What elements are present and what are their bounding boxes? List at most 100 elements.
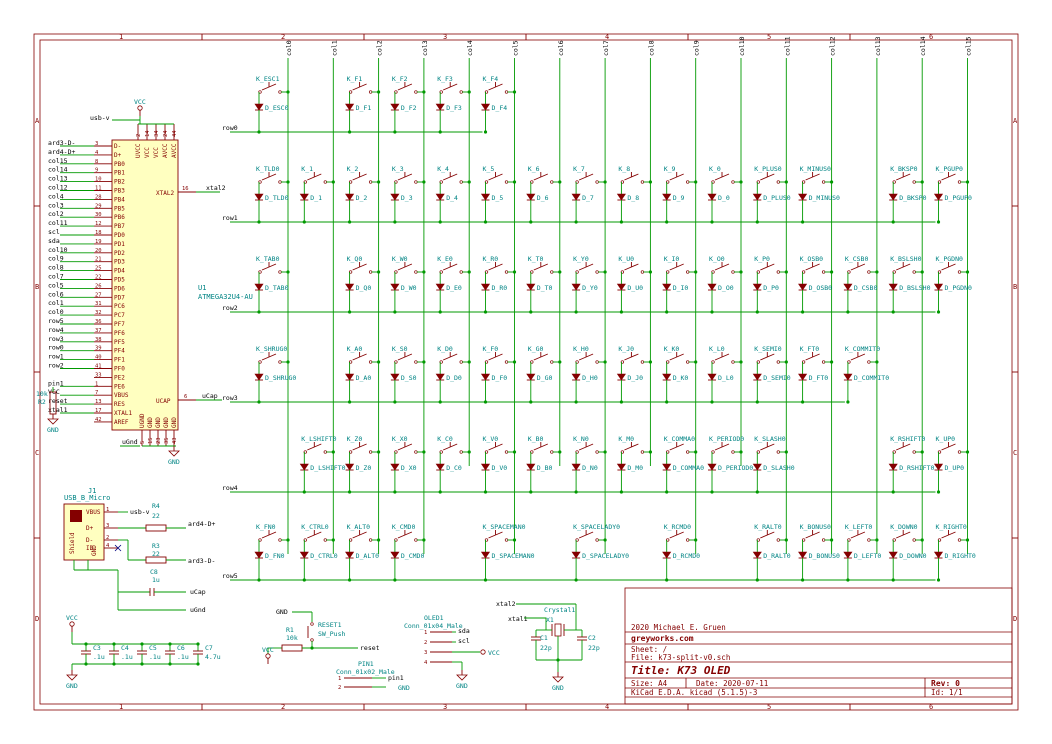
- switch-contact: [867, 270, 871, 274]
- mcu-pin-number: 36: [95, 319, 102, 325]
- switch-contact: [686, 538, 690, 542]
- key-switch-label: K_OSB0: [800, 255, 824, 263]
- switch-contact: [640, 270, 645, 274]
- switch-contact: [550, 360, 554, 364]
- gnd-label: GND: [456, 682, 468, 690]
- switch-contact: [459, 90, 463, 94]
- switch-contact: [731, 450, 735, 454]
- junction-dot: [830, 360, 834, 364]
- switch-contact: [550, 180, 554, 184]
- mcu-pin-name: PC7: [114, 312, 125, 319]
- key-switch-group: K_W0 D_W0: [390, 255, 426, 314]
- mcu-net-label: col5: [48, 281, 64, 289]
- mcu-net-label: ard4-D+: [48, 148, 75, 156]
- junction-dot: [438, 310, 442, 314]
- key-switch-group: K_RCMD0 D_RCMD0: [662, 523, 700, 582]
- junction-dot: [467, 90, 471, 94]
- junction-dot: [257, 220, 261, 224]
- junction-dot: [648, 270, 653, 274]
- junction-dot: [140, 662, 144, 666]
- junction-dot: [603, 450, 607, 454]
- diode-label: D_DOWN0: [899, 552, 926, 560]
- diode-label: D_COMMIT0: [854, 374, 889, 382]
- junction-dot: [286, 360, 290, 364]
- key-switch-label: K_H0: [573, 345, 589, 353]
- junction-dot: [665, 220, 669, 224]
- junction-dot: [936, 310, 941, 314]
- switch-contact: [776, 450, 780, 454]
- tb-id: Id: 1/1: [931, 688, 963, 697]
- diode-symbol: [390, 373, 400, 381]
- usb-ucap-label: uCap: [190, 588, 206, 596]
- c8-ref: C8: [150, 568, 158, 576]
- junction-dot: [196, 662, 200, 666]
- column-label: col5: [512, 40, 520, 56]
- mcu-pin-number: 27: [95, 292, 102, 298]
- reset-net-label: reset: [360, 644, 380, 652]
- diode-label: D_I0: [673, 284, 689, 292]
- usb-pin-number: 2: [106, 535, 109, 541]
- vcc-circle: [137, 105, 143, 111]
- mcu-net-label: col15: [48, 157, 68, 165]
- key-switch-group: K_O0 D_O0: [707, 255, 743, 314]
- vcc-symbol: VCC: [134, 98, 146, 116]
- mcu-pin-name: PB5: [114, 205, 125, 212]
- key-switch-group: K_Z0 D_Z0: [345, 435, 381, 494]
- junction-dot: [422, 538, 426, 542]
- junction-dot: [936, 490, 941, 494]
- diode-symbol: [435, 103, 445, 111]
- mcu-pin-number: 7: [95, 390, 98, 396]
- gnd-label: GND: [552, 684, 564, 692]
- diode-symbol: [798, 283, 808, 291]
- mcu-pin-number: 9: [95, 168, 98, 174]
- key-switch-group: K_F0 D_F0: [480, 345, 517, 404]
- junction-dot: [784, 450, 788, 454]
- diode-label: D_F4: [492, 104, 508, 112]
- junction-dot: [784, 538, 788, 542]
- diode-symbol: [480, 193, 491, 201]
- switch-contact: [640, 450, 645, 454]
- mcu-pin-number: 6: [184, 394, 187, 400]
- switch-contact: [504, 538, 509, 542]
- mcu-pin-name: PB0: [114, 161, 125, 168]
- mcu-pin-name: PE2: [114, 374, 125, 381]
- junction-dot: [483, 490, 488, 494]
- column-label: col10: [738, 36, 746, 56]
- diode-label: D_B0: [537, 464, 553, 472]
- junction-dot: [755, 220, 759, 224]
- switch-contact: [821, 538, 826, 542]
- key-switch-group: K_R0 D_R0: [480, 255, 517, 314]
- key-switch-label: K_T0: [528, 255, 544, 263]
- pin1-pin-number: 2: [338, 685, 341, 691]
- diode-symbol: [526, 283, 536, 291]
- diode-label: D_G0: [537, 374, 553, 382]
- mcu-pin-name: PB7: [114, 223, 125, 230]
- diode-label: D_ALT0: [356, 552, 380, 560]
- vcc-symbol: VCC: [262, 646, 274, 664]
- mcu-net-label: ard3-D-: [48, 139, 75, 147]
- switch-contact: [323, 180, 327, 184]
- junction-dot: [257, 578, 261, 582]
- diode-label: D_F3: [446, 104, 462, 112]
- junction-dot: [574, 310, 578, 314]
- mcu-pin-name: GND: [163, 417, 170, 428]
- junction-dot: [603, 360, 607, 364]
- diode-label: D_PGDN0: [945, 284, 972, 292]
- tb-author: 2020 Michael E. Gruen: [631, 623, 726, 632]
- diode-symbol: [480, 463, 491, 471]
- junction-dot: [393, 310, 397, 314]
- key-switch-group: K_PLUS0 D_PLUS0: [752, 165, 791, 224]
- switch-contact: [368, 90, 373, 94]
- key-switch-label: K_FT0: [800, 345, 820, 353]
- diode-label: D_F2: [401, 104, 417, 112]
- mcu-pin-number: 19: [95, 239, 102, 245]
- key-switch-label: K_CSB0: [845, 255, 869, 263]
- key-switch-label: K_DOWN0: [890, 523, 917, 531]
- junction-dot: [846, 400, 850, 404]
- diode-symbol: [390, 193, 400, 201]
- junction-dot: [529, 400, 533, 404]
- diode-symbol: [707, 283, 717, 291]
- junction-dot: [348, 130, 352, 134]
- switch-contact: [821, 270, 826, 274]
- column-label: col13: [874, 36, 882, 56]
